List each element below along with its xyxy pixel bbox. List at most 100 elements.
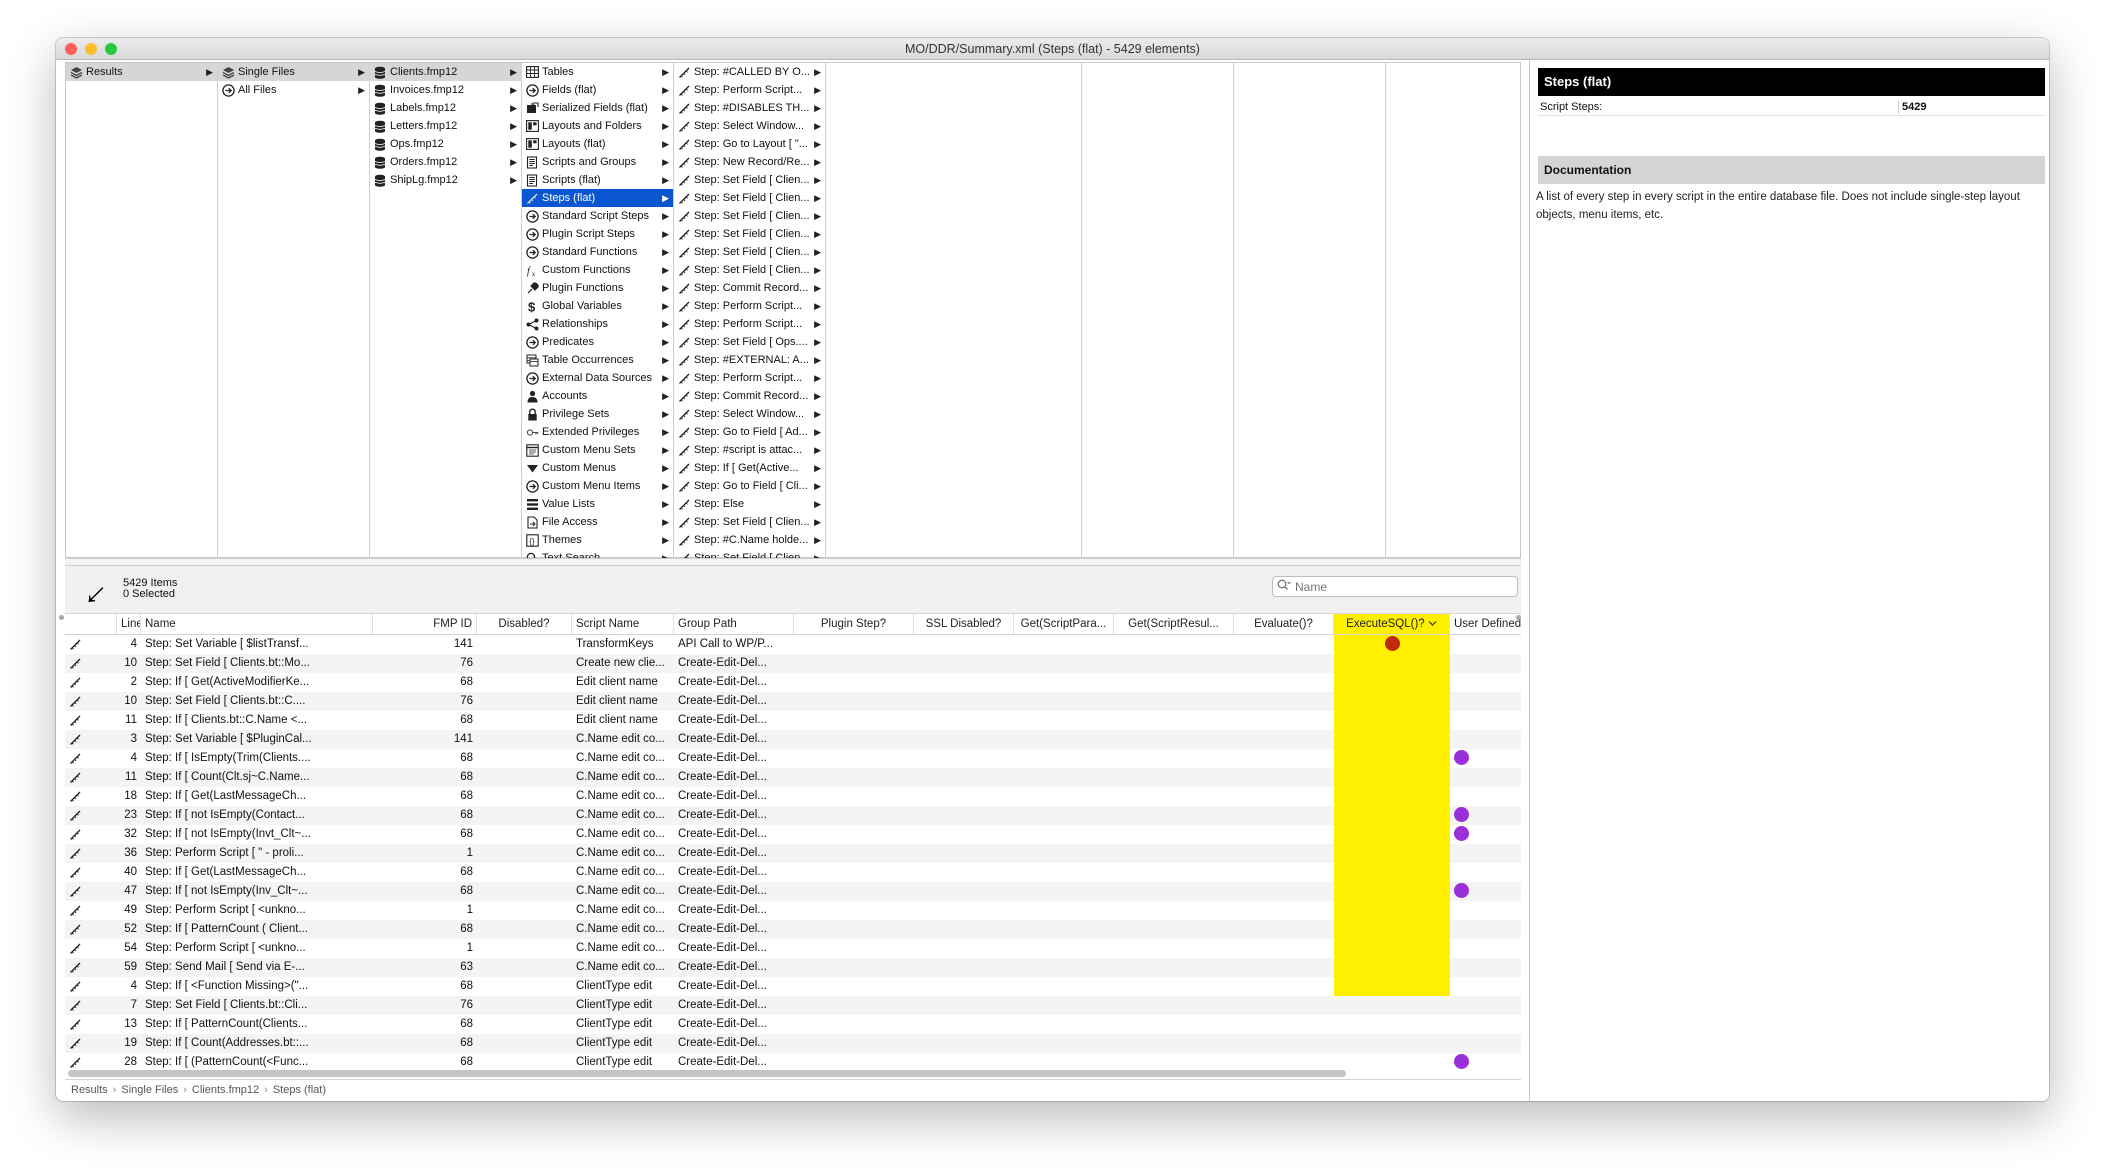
table-row[interactable]: 28 Step: If [ (PatternCount(<Func... 68 Cli…: [65, 1053, 1521, 1069]
column-header-get-scriptpara[interactable]: Get(ScriptPara...: [1014, 614, 1114, 634]
browser-step-step-go-to-field-cli[interactable]: Step: Go to Field [ Cli... ▶: [674, 477, 825, 495]
table-row[interactable]: 59 Step: Send Mail [ Send via E-... 63 C.Na…: [65, 958, 1521, 977]
browser-item-plugin-script-steps[interactable]: Plugin Script Steps ▶: [522, 225, 673, 243]
browser-item-all-files[interactable]: All Files ▶: [218, 81, 369, 99]
browser-item-custom-menu-sets[interactable]: Custom Menu Sets ▶: [522, 441, 673, 459]
column-header-group-path[interactable]: Group Path: [674, 614, 794, 634]
table-row[interactable]: 49 Step: Perform Script [ <unkno... 1 C.Nam…: [65, 901, 1521, 920]
browser-item-orders-fmp12[interactable]: Orders.fmp12 ▶: [370, 153, 521, 171]
browser-item-external-data-sources[interactable]: External Data Sources ▶: [522, 369, 673, 387]
browser-step-step-c-name-holde[interactable]: Step: #C.Name holde... ▶: [674, 531, 825, 549]
table-row[interactable]: 3 Step: Set Variable [ $PluginCal... 141 C.…: [65, 730, 1521, 749]
browser-step-step-set-field-clien[interactable]: Step: Set Field [ Clien... ▶: [674, 513, 825, 531]
search-field[interactable]: [1272, 576, 1518, 597]
browser-item-custom-functions[interactable]: f x Custom Functions ▶: [522, 261, 673, 279]
column-header-line[interactable]: Line: [117, 614, 141, 634]
table-row[interactable]: 10 Step: Set Field [ Clients.bt::Mo... 76 C…: [65, 654, 1521, 673]
browser-step-step-external-a[interactable]: Step: #EXTERNAL: A... ▶: [674, 351, 825, 369]
table-row[interactable]: 4 Step: If [ <Function Missing>("... 68 Cli…: [65, 977, 1521, 996]
column-header-user-defined-1[interactable]: User Defined 1: [1450, 614, 1521, 634]
browser-step-step-set-field-clien[interactable]: Step: Set Field [ Clien... ▶: [674, 207, 825, 225]
browser-item-custom-menu-items[interactable]: Custom Menu Items ▶: [522, 477, 673, 495]
browser-item-standard-script-steps[interactable]: Standard Script Steps ▶: [522, 207, 673, 225]
column-header-icon[interactable]: [65, 614, 117, 634]
browser-item-fields-flat[interactable]: Fields (flat) ▶: [522, 81, 673, 99]
table-row[interactable]: 10 Step: Set Field [ Clients.bt::C.... 76 E…: [65, 692, 1521, 711]
browser-step-step-perform-script[interactable]: Step: Perform Script... ▶: [674, 315, 825, 333]
browser-step-step-select-window[interactable]: Step: Select Window... ▶: [674, 405, 825, 423]
browser-item-labels-fmp12[interactable]: Labels.fmp12 ▶: [370, 99, 521, 117]
browser-step-step-new-record-re[interactable]: Step: New Record/Re... ▶: [674, 153, 825, 171]
browser-step-step-set-field-clien[interactable]: Step: Set Field [ Clien... ▶: [674, 225, 825, 243]
column-header-ssl-disabled[interactable]: SSL Disabled?: [914, 614, 1014, 634]
browser-item-steps-flat[interactable]: Steps (flat) ▶: [522, 189, 673, 207]
breadcrumb-item[interactable]: Single Files: [121, 1080, 178, 1099]
table-row[interactable]: 13 Step: If [ PatternCount(Clients... 68 Cl…: [65, 1015, 1521, 1034]
column-header-get-scriptresul[interactable]: Get(ScriptResul...: [1114, 614, 1234, 634]
browser-item-results[interactable]: Results ▶: [66, 63, 217, 81]
browser-item-invoices-fmp12[interactable]: Invoices.fmp12 ▶: [370, 81, 521, 99]
browser-item-global-variables[interactable]: $ Global Variables ▶: [522, 297, 673, 315]
browser-step-step-set-field-clien[interactable]: Step: Set Field [ Clien... ▶: [674, 243, 825, 261]
table-row[interactable]: 4 Step: Set Variable [ $listTransf... 141 T…: [65, 635, 1521, 654]
browser-item-layouts-flat[interactable]: Layouts (flat) ▶: [522, 135, 673, 153]
browser-item-themes[interactable]: {} Themes ▶: [522, 531, 673, 549]
browser-item-layouts-and-folders[interactable]: Layouts and Folders ▶: [522, 117, 673, 135]
table-row[interactable]: 47 Step: If [ not IsEmpty(Inv_Clt~... 68 C.…: [65, 882, 1521, 901]
table-row[interactable]: 11 Step: If [ Count(Clt.sj~C.Name... 68 C.N…: [65, 768, 1521, 787]
browser-item-plugin-functions[interactable]: Plugin Functions ▶: [522, 279, 673, 297]
column-header-disabled[interactable]: Disabled?: [477, 614, 572, 634]
browser-item-relationships[interactable]: Relationships ▶: [522, 315, 673, 333]
column-header-fmp-id[interactable]: FMP ID: [373, 614, 477, 634]
browser-step-step-set-field-ops[interactable]: Step: Set Field [ Ops.... ▶: [674, 333, 825, 351]
browser-step-step-script-is-attac[interactable]: Step: #script is attac... ▶: [674, 441, 825, 459]
pane-splitter[interactable]: [65, 558, 1521, 566]
browser-item-extended-privileges[interactable]: Extended Privileges ▶: [522, 423, 673, 441]
browser-item-file-access[interactable]: File Access ▶: [522, 513, 673, 531]
minimize-window-button[interactable]: [85, 43, 97, 55]
browser-item-custom-menus[interactable]: Custom Menus ▶: [522, 459, 673, 477]
table-row[interactable]: 54 Step: Perform Script [ <unkno... 1 C.Nam…: [65, 939, 1521, 958]
browser-step-step-perform-script[interactable]: Step: Perform Script... ▶: [674, 369, 825, 387]
table-row[interactable]: 19 Step: If [ Count(Addresses.bt::... 68 Cl…: [65, 1034, 1521, 1053]
browser-item-value-lists[interactable]: Value Lists ▶: [522, 495, 673, 513]
browser-step-step-set-field-clien[interactable]: Step: Set Field [ Clien... ▶: [674, 171, 825, 189]
table-row[interactable]: 11 Step: If [ Clients.bt::C.Name <... 68 Ed…: [65, 711, 1521, 730]
browser-item-tables[interactable]: Tables ▶: [522, 63, 673, 81]
column-header-evaluate[interactable]: Evaluate()?: [1234, 614, 1334, 634]
table-row[interactable]: 36 Step: Perform Script [ " - proli... 1 C.…: [65, 844, 1521, 863]
browser-item-scripts-flat[interactable]: Scripts (flat) ▶: [522, 171, 673, 189]
browser-step-step-perform-script[interactable]: Step: Perform Script... ▶: [674, 81, 825, 99]
close-window-button[interactable]: [65, 43, 77, 55]
horizontal-scrollbar[interactable]: [68, 1070, 1346, 1077]
browser-item-privilege-sets[interactable]: Privilege Sets ▶: [522, 405, 673, 423]
browser-item-accounts[interactable]: Accounts ▶: [522, 387, 673, 405]
browser-step-step-if-get-active[interactable]: Step: If [ Get(Active... ▶: [674, 459, 825, 477]
column-header-name[interactable]: Name: [141, 614, 373, 634]
browser-step-step-select-window[interactable]: Step: Select Window... ▶: [674, 117, 825, 135]
browser-item-standard-functions[interactable]: Standard Functions ▶: [522, 243, 673, 261]
browser-item-ops-fmp12[interactable]: Ops.fmp12 ▶: [370, 135, 521, 153]
browser-step-step-else[interactable]: Step: Else ▶: [674, 495, 825, 513]
browser-step-step-commit-record[interactable]: Step: Commit Record... ▶: [674, 279, 825, 297]
table-row[interactable]: 2 Step: If [ Get(ActiveModifierKe... 68 Edi…: [65, 673, 1521, 692]
table-row[interactable]: 7 Step: Set Field [ Clients.bt::Cli... 76 C…: [65, 996, 1521, 1015]
column-header-plugin-step[interactable]: Plugin Step?: [794, 614, 914, 634]
browser-item-single-files[interactable]: Single Files ▶: [218, 63, 369, 81]
table-row[interactable]: 52 Step: If [ PatternCount ( Client... 68 C…: [65, 920, 1521, 939]
table-row[interactable]: 32 Step: If [ not IsEmpty(Invt_Clt~... 68 C…: [65, 825, 1521, 844]
browser-item-table-occurrences[interactable]: Table Occurrences ▶: [522, 351, 673, 369]
browser-item-serialized-fields-flat[interactable]: # Serialized Fields (flat) ▶: [522, 99, 673, 117]
browser-item-predicates[interactable]: Predicates ▶: [522, 333, 673, 351]
browser-step-step-commit-record[interactable]: Step: Commit Record... ▶: [674, 387, 825, 405]
column-header-executesql[interactable]: ExecuteSQL()?: [1334, 614, 1450, 634]
left-resize-handle[interactable]: [59, 615, 64, 620]
table-row[interactable]: 40 Step: If [ Get(LastMessageCh... 68 C.Nam…: [65, 863, 1521, 882]
breadcrumb-item[interactable]: Steps (flat): [273, 1080, 326, 1099]
browser-step-step-set-field-clien[interactable]: Step: Set Field [ Clien... ▶: [674, 261, 825, 279]
browser-step-step-set-field-clien[interactable]: Step: Set Field [ Clien... ▶: [674, 189, 825, 207]
zoom-window-button[interactable]: [105, 43, 117, 55]
breadcrumb-item[interactable]: Results: [71, 1080, 108, 1099]
table-row[interactable]: 4 Step: If [ IsEmpty(Trim(Clients.... 68 C.…: [65, 749, 1521, 768]
table-row[interactable]: 23 Step: If [ not IsEmpty(Contact... 68 C.N…: [65, 806, 1521, 825]
